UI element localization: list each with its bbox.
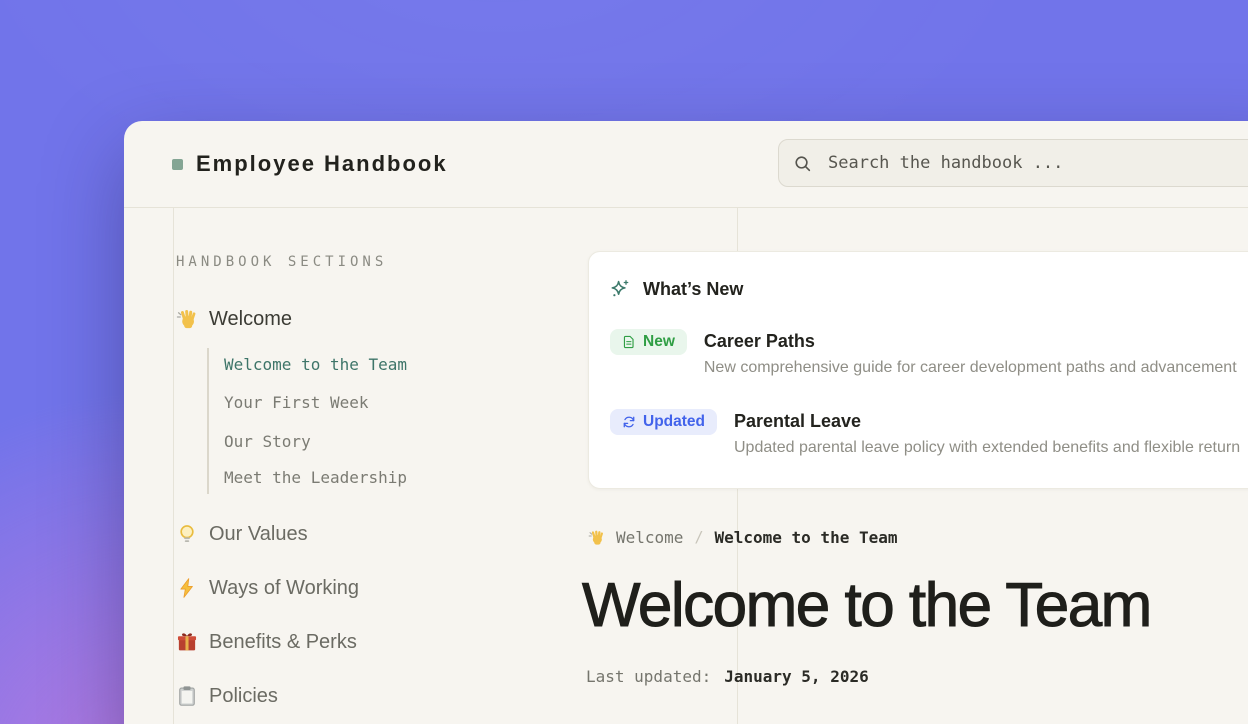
whats-new-card: What’s New New Career Paths New comprehe… <box>588 251 1248 489</box>
logo-mark-icon <box>172 159 183 170</box>
refresh-icon <box>622 415 636 429</box>
breadcrumb: Welcome / Welcome to the Team <box>588 527 898 547</box>
sidebar-item-ways-of-working[interactable]: Ways of Working <box>176 575 359 601</box>
whats-new-item-text: Career Paths New comprehensive guide for… <box>704 329 1237 379</box>
breadcrumb-separator: / <box>694 528 703 546</box>
sidebar-item-our-values[interactable]: Our Values <box>176 521 308 547</box>
sidebar-item-label: Ways of Working <box>209 576 359 600</box>
badge-label: Updated <box>643 413 705 431</box>
search-icon <box>793 154 812 173</box>
sidebar-subitem-welcome-to-the-team[interactable]: Welcome to the Team <box>224 355 407 375</box>
breadcrumb-current-page: Welcome to the Team <box>714 528 897 547</box>
last-updated-value: January 5, 2026 <box>724 667 869 686</box>
layout-rule-left <box>173 208 174 724</box>
last-updated-label: Last updated: <box>586 667 711 686</box>
gift-icon <box>176 631 198 653</box>
sidebar-item-label: Welcome <box>209 307 292 331</box>
sidebar-item-benefits-perks[interactable]: Benefits & Perks <box>176 629 357 655</box>
app-title: Employee Handbook <box>196 149 448 179</box>
sidebar-subitem-meet-the-leadership[interactable]: Meet the Leadership <box>224 468 407 488</box>
waving-hand-icon <box>588 529 605 546</box>
whats-new-item-description: New comprehensive guide for career devel… <box>704 357 1237 379</box>
whats-new-header: What’s New <box>610 279 743 299</box>
breadcrumb-section-link[interactable]: Welcome <box>616 528 683 547</box>
sidebar-heading: HANDBOOK SECTIONS <box>176 254 387 270</box>
whats-new-title: What’s New <box>643 279 743 299</box>
handbook-app-window: Employee Handbook HANDBOOK SECTIONS Welc… <box>124 121 1248 724</box>
sidebar-item-policies[interactable]: Policies <box>176 683 278 709</box>
whats-new-item-parental-leave[interactable]: Updated Parental Leave Updated parental … <box>610 409 1240 459</box>
last-updated-row: Last updated: January 5, 2026 <box>586 667 869 686</box>
sidebar-subitem-our-story[interactable]: Our Story <box>224 432 311 452</box>
search-box[interactable] <box>778 139 1248 187</box>
search-input[interactable] <box>828 153 1248 173</box>
whats-new-item-title: Parental Leave <box>734 409 1240 434</box>
sidebar-item-label: Policies <box>209 684 278 708</box>
badge-label: New <box>643 333 675 351</box>
waving-hand-icon <box>176 308 198 330</box>
clipboard-icon <box>176 685 198 707</box>
whats-new-item-career-paths[interactable]: New Career Paths New comprehensive guide… <box>610 329 1237 379</box>
lightbulb-icon <box>176 523 198 545</box>
sidebar-item-label: Our Values <box>209 522 308 546</box>
new-badge: New <box>610 329 687 355</box>
sidebar-item-label: Benefits & Perks <box>209 630 357 654</box>
sidebar-subtree-guide <box>207 348 209 494</box>
page-title: Welcome to the Team <box>582 573 1151 639</box>
whats-new-item-description: Updated parental leave policy with exten… <box>734 437 1240 459</box>
sparkle-icon <box>610 279 630 299</box>
whats-new-item-text: Parental Leave Updated parental leave po… <box>734 409 1240 459</box>
lightning-icon <box>176 577 198 599</box>
app-header: Employee Handbook <box>124 121 1248 208</box>
document-icon <box>622 335 636 349</box>
whats-new-item-title: Career Paths <box>704 329 1237 354</box>
sidebar-item-welcome[interactable]: Welcome <box>176 306 292 332</box>
sidebar-subitem-your-first-week[interactable]: Your First Week <box>224 393 369 413</box>
updated-badge: Updated <box>610 409 717 435</box>
